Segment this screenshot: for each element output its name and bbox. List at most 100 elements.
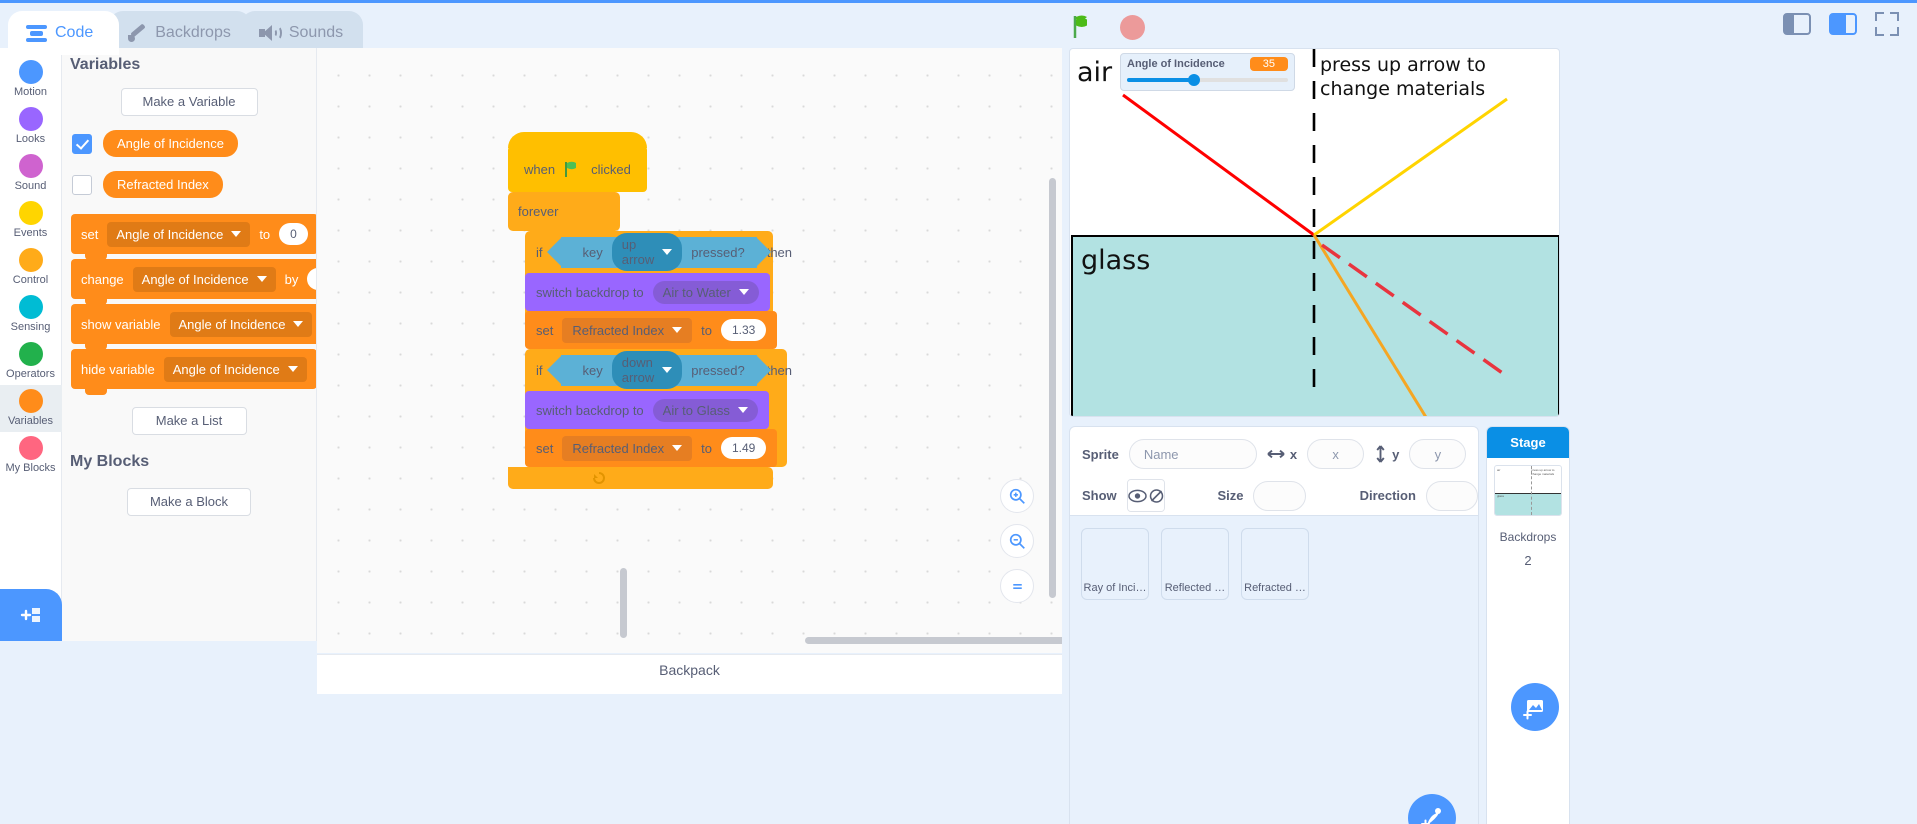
set-value-input[interactable]: 0	[279, 223, 308, 245]
fullscreen-icon[interactable]	[1875, 12, 1899, 36]
palette-block-set-variable[interactable]: set Angle of Incidence to 0	[71, 214, 316, 260]
variable-checkbox-angle-of-incidence[interactable]	[72, 133, 92, 154]
key-pressed-block-down[interactable]: key down arrow pressed?	[546, 351, 771, 389]
key-pressed-block-up[interactable]: key up arrow pressed?	[546, 233, 771, 271]
green-flag-icon[interactable]	[1070, 13, 1098, 41]
sprite-item-refracted[interactable]: Refracted …	[1241, 528, 1309, 600]
sidebar-item-label: Sound	[14, 180, 47, 192]
stage-thumbnail[interactable]: air glass press up arrow to change mater…	[1494, 465, 1562, 516]
set-variable-dropdown-down[interactable]: Refracted Index	[562, 435, 693, 461]
set-value-input-down[interactable]: 1.49	[720, 437, 767, 459]
block-category-strip: Motion Looks Sound Events Control Sensin…	[0, 48, 62, 641]
tab-code[interactable]: Code	[8, 11, 120, 55]
make-a-list-button[interactable]: Make a List	[131, 407, 247, 435]
normal-stage-layout-icon[interactable]	[1829, 13, 1857, 35]
sprite-name-input[interactable]: Name	[1128, 439, 1257, 469]
block-notch	[85, 388, 107, 395]
palette-block-hide-variable[interactable]: hide variable Angle of Incidence	[71, 349, 316, 395]
if-block-down-arrow[interactable]: if key down arrow pressed? then switch b…	[525, 349, 792, 467]
monitor-slider[interactable]	[1127, 74, 1288, 86]
my-blocks-color-icon	[18, 436, 43, 460]
set-variable-dropdown[interactable]: Angle of Incidence	[107, 221, 251, 247]
make-a-block-button[interactable]: Make a Block	[127, 488, 251, 516]
to-word: to	[701, 322, 712, 338]
change-value-input[interactable]: 1	[307, 268, 316, 290]
when-flag-clicked-block[interactable]: when clicked	[508, 132, 647, 192]
sprite-list[interactable]: Ray of Inci… Reflected … Refracted …	[1069, 516, 1479, 824]
sidebar-item-motion[interactable]: Motion	[0, 56, 62, 103]
workspace-vertical-scrollbar-left[interactable]	[620, 568, 627, 638]
add-extension-button[interactable]	[0, 589, 62, 641]
sprite-x-input[interactable]: x	[1307, 439, 1365, 469]
zoom-out-icon[interactable]	[1000, 524, 1034, 558]
variable-checkbox-refracted-index[interactable]	[72, 174, 92, 195]
add-backdrop-icon[interactable]	[1511, 683, 1559, 731]
block-palette[interactable]: Variables Make a Variable Angle of Incid…	[62, 48, 317, 641]
change-variable-dropdown[interactable]: Angle of Incidence	[132, 266, 276, 292]
set-variable-block-up[interactable]: set Refracted Index to 1.33	[525, 311, 778, 349]
to-word: to	[701, 440, 712, 456]
sprite-direction-input[interactable]	[1425, 480, 1478, 511]
incident-ray	[1122, 93, 1315, 237]
set-value-input-up[interactable]: 1.33	[720, 319, 767, 341]
eye-icon[interactable]	[1127, 480, 1147, 511]
add-sprite-icon[interactable]	[1408, 794, 1456, 824]
sidebar-item-sound[interactable]: Sound	[0, 150, 62, 197]
backdrop-dropdown-down[interactable]: Air to Glass	[652, 398, 758, 422]
sidebar-item-label: My Blocks	[5, 462, 56, 474]
x-label: x	[1289, 446, 1298, 462]
variable-monitor-angle-of-incidence[interactable]: Angle of Incidence 35	[1120, 53, 1295, 91]
sidebar-item-sensing[interactable]: Sensing	[0, 291, 62, 338]
show-variable-dropdown[interactable]: Angle of Incidence	[169, 311, 313, 337]
stage-selector-panel[interactable]: Stage air glass press up arrow to change…	[1486, 426, 1570, 824]
variable-reporter-refracted-index[interactable]: Refracted Index	[103, 171, 223, 198]
zoom-reset-icon[interactable]	[1000, 569, 1034, 603]
variable-reporter-angle-of-incidence[interactable]: Angle of Incidence	[103, 130, 238, 157]
set-variable-block-down[interactable]: set Refracted Index to 1.49	[525, 429, 778, 467]
hide-variable-dropdown[interactable]: Angle of Incidence	[163, 356, 307, 382]
sidebar-item-events[interactable]: Events	[0, 197, 62, 244]
sidebar-item-looks[interactable]: Looks	[0, 103, 62, 150]
chevron-down-icon	[287, 366, 298, 372]
forever-block[interactable]: forever	[508, 192, 620, 231]
small-stage-layout-icon[interactable]	[1783, 13, 1811, 35]
sidebar-item-label: Control	[12, 274, 49, 286]
dropdown-label: Refracted Index	[572, 322, 665, 338]
palette-block-change-variable[interactable]: change Angle of Incidence by 1	[71, 259, 316, 305]
backpack-bar[interactable]: Backpack	[317, 654, 1062, 694]
scratch-editor: Code Backdrops Sounds Motion Looks Sound…	[0, 0, 1917, 824]
switch-backdrop-word: switch backdrop to	[536, 402, 644, 418]
palette-block-show-variable[interactable]: show variable Angle of Incidence	[71, 304, 316, 350]
slider-knob[interactable]	[1188, 74, 1201, 86]
switch-backdrop-block-up[interactable]: switch backdrop to Air to Water	[525, 273, 770, 311]
loop-arrow-icon	[593, 472, 605, 484]
sidebar-item-variables[interactable]: Variables	[0, 385, 62, 432]
stop-icon[interactable]	[1120, 14, 1145, 40]
sidebar-item-my-blocks[interactable]: My Blocks	[0, 432, 62, 479]
if-body-down: switch backdrop to Air to Glass set Refr…	[525, 391, 787, 467]
sidebar-item-operators[interactable]: Operators	[0, 338, 62, 385]
zoom-in-icon[interactable]	[1000, 479, 1034, 513]
optics-diagram	[1122, 49, 1510, 416]
backdrop-dropdown-up[interactable]: Air to Water	[652, 280, 759, 304]
workspace-horizontal-scrollbar[interactable]	[805, 637, 1062, 644]
make-a-variable-button[interactable]: Make a Variable	[120, 88, 258, 116]
key-word: key	[582, 244, 603, 260]
set-variable-dropdown-up[interactable]: Refracted Index	[562, 317, 693, 343]
key-dropdown-up[interactable]: up arrow	[611, 233, 683, 271]
sprite-item-ray-of-incidence[interactable]: Ray of Inci…	[1081, 528, 1149, 600]
sidebar-item-label: Operators	[6, 368, 55, 380]
script-stack[interactable]: when clicked forever if key up arrow pre…	[508, 132, 792, 489]
sprite-size-input[interactable]	[1253, 480, 1306, 511]
code-workspace[interactable]: when clicked forever if key up arrow pre…	[317, 48, 1062, 653]
show-variable-word: show variable	[81, 316, 161, 332]
if-block-up-arrow[interactable]: if key up arrow pressed? then switch bac…	[525, 231, 792, 349]
sidebar-item-control[interactable]: Control	[0, 244, 62, 291]
key-dropdown-down[interactable]: down arrow	[611, 351, 683, 389]
workspace-vertical-scrollbar[interactable]	[1049, 178, 1056, 598]
eye-slash-icon[interactable]	[1146, 480, 1165, 511]
stage[interactable]: air glass press up arrow to change mater…	[1069, 48, 1560, 417]
sprite-item-reflected[interactable]: Reflected …	[1161, 528, 1229, 600]
switch-backdrop-block-down[interactable]: switch backdrop to Air to Glass	[525, 391, 769, 429]
sprite-y-input[interactable]: y	[1409, 439, 1467, 469]
